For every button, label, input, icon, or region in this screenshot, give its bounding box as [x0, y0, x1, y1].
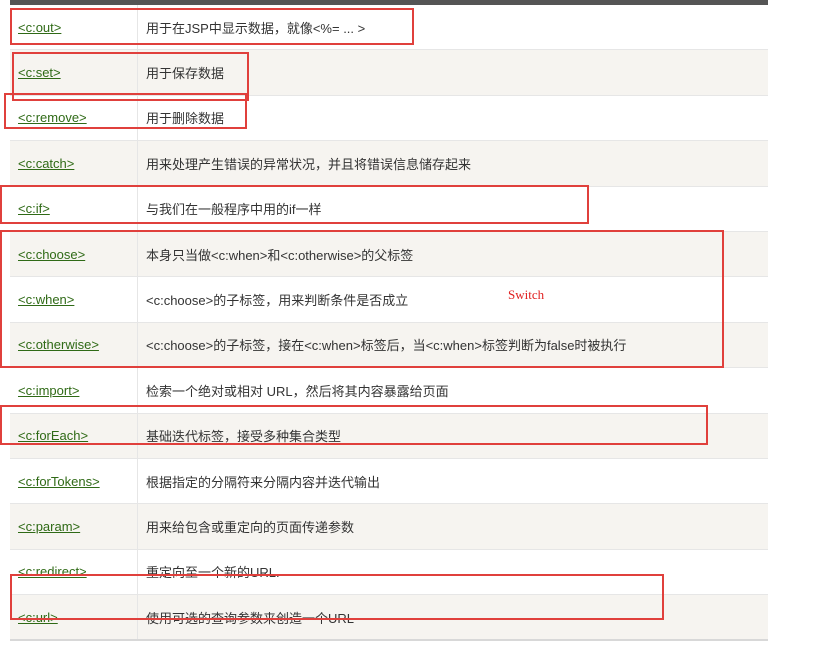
jstl-core-tag-table: <c:out> 用于在JSP中显示数据，就像<%= ... > <c:set> … — [10, 5, 768, 642]
tag-link-c-url[interactable]: <c:url> — [18, 610, 58, 625]
table-row: <c:param> 用来给包含或重定向的页面传递参数 — [10, 503, 768, 550]
tag-link-c-param[interactable]: <c:param> — [18, 519, 80, 534]
table-row: <c:if> 与我们在一般程序中用的if一样 — [10, 186, 768, 232]
table-row: <c:set> 用于保存数据 — [10, 49, 768, 96]
tag-link-c-redirect[interactable]: <c:redirect> — [18, 564, 87, 579]
tag-link-c-foreach[interactable]: <c:forEach> — [18, 428, 88, 443]
table-row: <c:forTokens> 根据指定的分隔符来分隔内容并迭代输出 — [10, 458, 768, 505]
tag-description: 基础迭代标签，接受多种集合类型 — [137, 413, 768, 459]
tag-description: 用来处理产生错误的异常状况，并且将错误信息储存起来 — [137, 140, 768, 187]
tag-link-c-catch[interactable]: <c:catch> — [18, 156, 74, 171]
table-row: <c:when> <c:choose>的子标签，用来判断条件是否成立 — [10, 276, 768, 323]
tag-link-c-set[interactable]: <c:set> — [18, 65, 61, 80]
tag-link-c-remove[interactable]: <c:remove> — [18, 110, 87, 125]
tag-description: 用于保存数据 — [137, 49, 768, 96]
tag-description: 根据指定的分隔符来分隔内容并迭代输出 — [137, 458, 768, 505]
tag-link-c-fortokens[interactable]: <c:forTokens> — [18, 474, 100, 489]
tag-link-c-import[interactable]: <c:import> — [18, 383, 79, 398]
table-row: <c:catch> 用来处理产生错误的异常状况，并且将错误信息储存起来 — [10, 140, 768, 187]
tag-description: 与我们在一般程序中用的if一样 — [137, 186, 768, 232]
table-row: <c:forEach> 基础迭代标签，接受多种集合类型 — [10, 413, 768, 459]
tag-description: 用于在JSP中显示数据，就像<%= ... > — [137, 5, 768, 51]
table-row: <c:choose> 本身只当做<c:when>和<c:otherwise>的父… — [10, 231, 768, 278]
tag-link-c-choose[interactable]: <c:choose> — [18, 247, 85, 262]
tag-description: <c:choose>的子标签，接在<c:when>标签后，当<c:when>标签… — [137, 322, 768, 369]
table-row: <c:remove> 用于删除数据 — [10, 95, 768, 142]
table-row: <c:redirect> 重定向至一个新的URL. — [10, 549, 768, 596]
tag-link-c-otherwise[interactable]: <c:otherwise> — [18, 337, 99, 352]
tag-description: 本身只当做<c:when>和<c:otherwise>的父标签 — [137, 231, 768, 278]
tag-link-c-out[interactable]: <c:out> — [18, 20, 61, 35]
tag-description: 重定向至一个新的URL. — [137, 549, 768, 596]
table-row: <c:otherwise> <c:choose>的子标签，接在<c:when>标… — [10, 322, 768, 369]
table-row: <c:import> 检索一个绝对或相对 URL，然后将其内容暴露给页面 — [10, 367, 768, 414]
tag-description: <c:choose>的子标签，用来判断条件是否成立 — [137, 276, 768, 323]
tag-link-c-when[interactable]: <c:when> — [18, 292, 74, 307]
tag-description: 检索一个绝对或相对 URL，然后将其内容暴露给页面 — [137, 367, 768, 414]
switch-annotation: Switch — [508, 287, 545, 302]
tag-description: 使用可选的查询参数来创造一个URL — [137, 594, 768, 642]
table-row: <c:out> 用于在JSP中显示数据，就像<%= ... > — [10, 5, 768, 51]
table-row: <c:url> 使用可选的查询参数来创造一个URL — [10, 594, 768, 642]
tag-description: 用于删除数据 — [137, 95, 768, 142]
tag-link-c-if[interactable]: <c:if> — [18, 201, 50, 216]
tag-description: 用来给包含或重定向的页面传递参数 — [137, 503, 768, 550]
